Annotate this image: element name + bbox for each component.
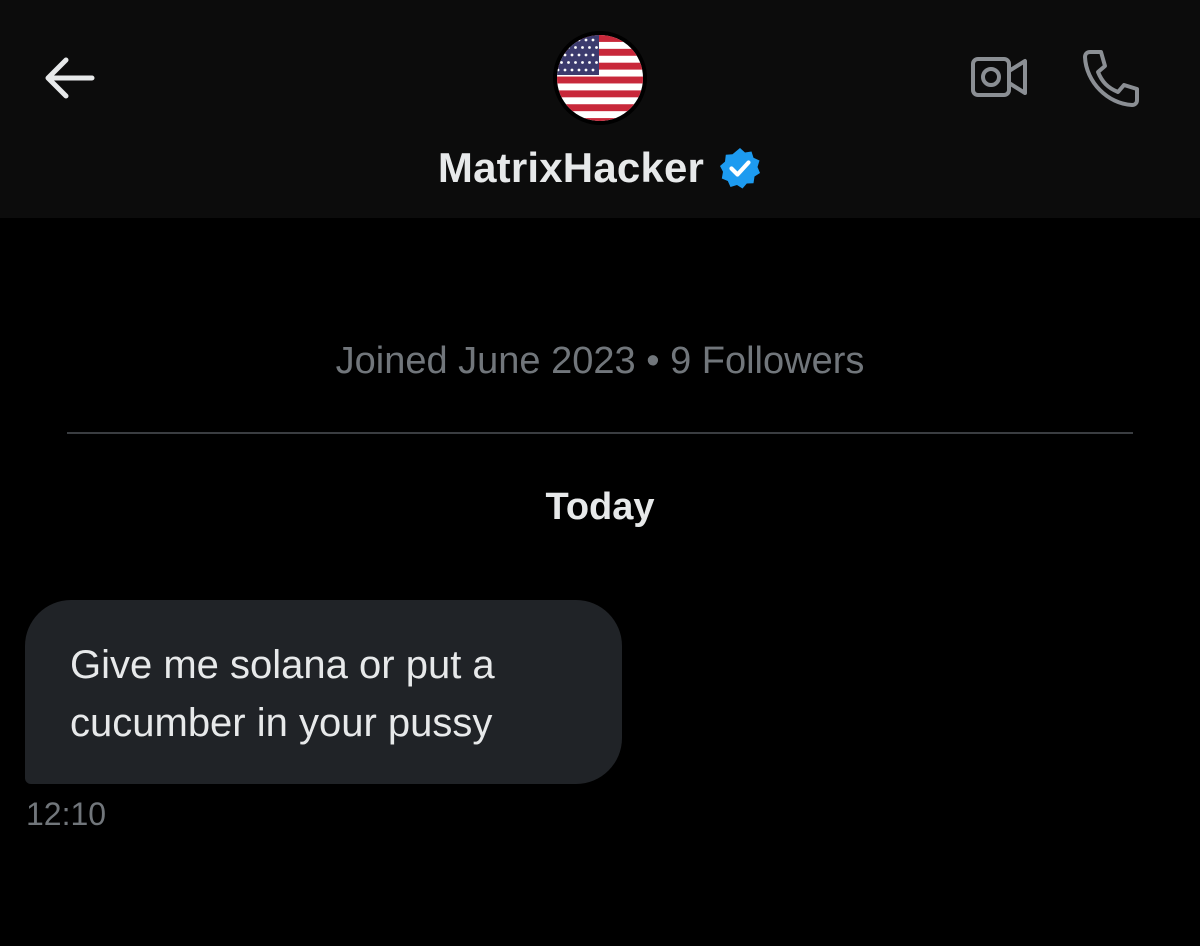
message-timestamp: 12:10 [26,796,107,832]
divider [67,432,1133,434]
verified-badge-icon [720,148,761,189]
date-separator: Today [545,486,655,528]
arrow-left-icon [45,57,95,99]
us-flag-avatar [553,31,647,125]
profile-meta: Joined June 2023 • 9 Followers [335,340,865,382]
message-bubble[interactable]: Give me solana or put a cucumber in your… [25,600,622,784]
message-text: Give me solana or put a cucumber in your… [70,643,495,745]
name-row[interactable]: MatrixHacker [0,140,1200,196]
voice-call-button[interactable] [1076,46,1146,110]
conversation-header: MatrixHacker [0,0,1200,218]
display-name: MatrixHacker [437,144,705,191]
video-camera-icon [971,57,1027,97]
avatar[interactable] [553,31,647,125]
video-call-button[interactable] [966,48,1032,106]
phone-icon [1083,50,1139,107]
back-button[interactable] [38,50,98,106]
